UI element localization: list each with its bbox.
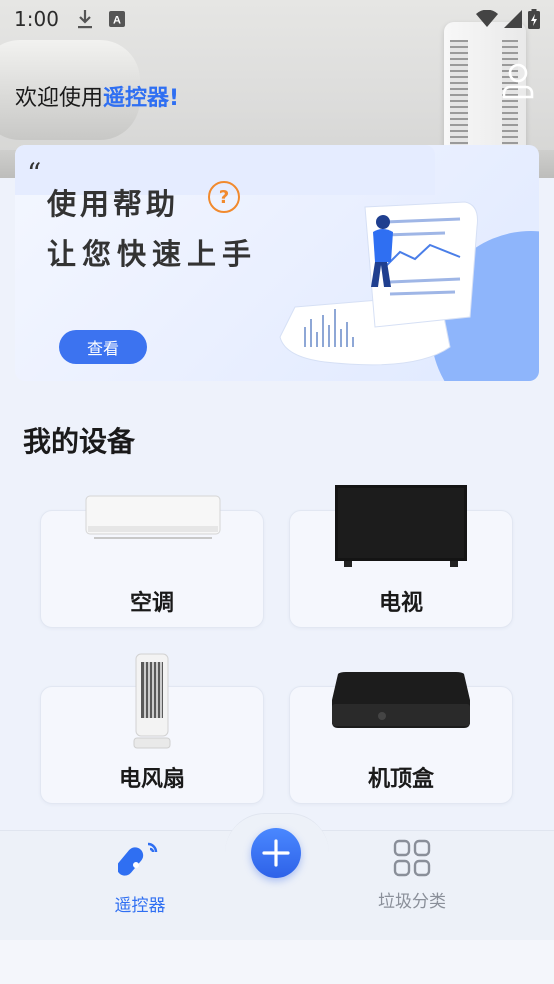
svg-text:A: A xyxy=(113,15,121,27)
banner-subtitle: 让您快速上手 xyxy=(47,237,258,271)
welcome-text: 欢迎使用遥控器! xyxy=(15,80,179,112)
welcome-app-name: 遥控器! xyxy=(103,86,180,111)
text-a-icon: A xyxy=(108,11,125,27)
tab-label: 遥控器 xyxy=(114,896,166,916)
remote-icon xyxy=(116,842,158,876)
add-device-button[interactable] xyxy=(251,828,301,878)
device-label: 空调 xyxy=(129,591,174,616)
tab-label: 垃圾分类 xyxy=(378,892,446,912)
banner-title: 使用帮助 xyxy=(47,187,180,221)
quote-mark: “ xyxy=(27,157,42,190)
plus-icon xyxy=(262,839,290,867)
question-icon: ? xyxy=(208,181,240,213)
document-illustration xyxy=(279,201,478,366)
welcome-prefix: 欢迎使用 xyxy=(15,86,104,111)
device-label: 电风扇 xyxy=(118,767,185,792)
section-title-my-devices: 我的设备 xyxy=(23,425,136,458)
tv-icon xyxy=(335,485,467,567)
fan-icon xyxy=(133,653,171,749)
help-banner[interactable]: “ 使用帮助 ? 让您快速上手 查看 xyxy=(15,145,539,381)
tab-garbage-sorting[interactable]: 垃圾分类 xyxy=(352,838,472,912)
user-icon xyxy=(502,63,534,99)
tab-remote[interactable]: 遥控器 xyxy=(80,838,200,916)
device-label: 机顶盒 xyxy=(367,767,434,792)
navigation-bar-area xyxy=(0,940,554,984)
view-help-button[interactable]: 查看 xyxy=(59,330,147,364)
battery-charging-icon xyxy=(528,9,540,29)
wifi-icon xyxy=(476,10,498,27)
air-conditioner-icon xyxy=(85,495,221,539)
grid-icon xyxy=(393,839,431,877)
status-time: 1:00 xyxy=(14,7,59,31)
download-icon xyxy=(77,10,92,29)
signal-icon xyxy=(504,10,522,28)
status-bar: 1:00 A xyxy=(0,0,554,38)
profile-button[interactable] xyxy=(497,60,539,102)
set-top-box-icon xyxy=(332,672,470,728)
device-label: 电视 xyxy=(378,591,423,616)
